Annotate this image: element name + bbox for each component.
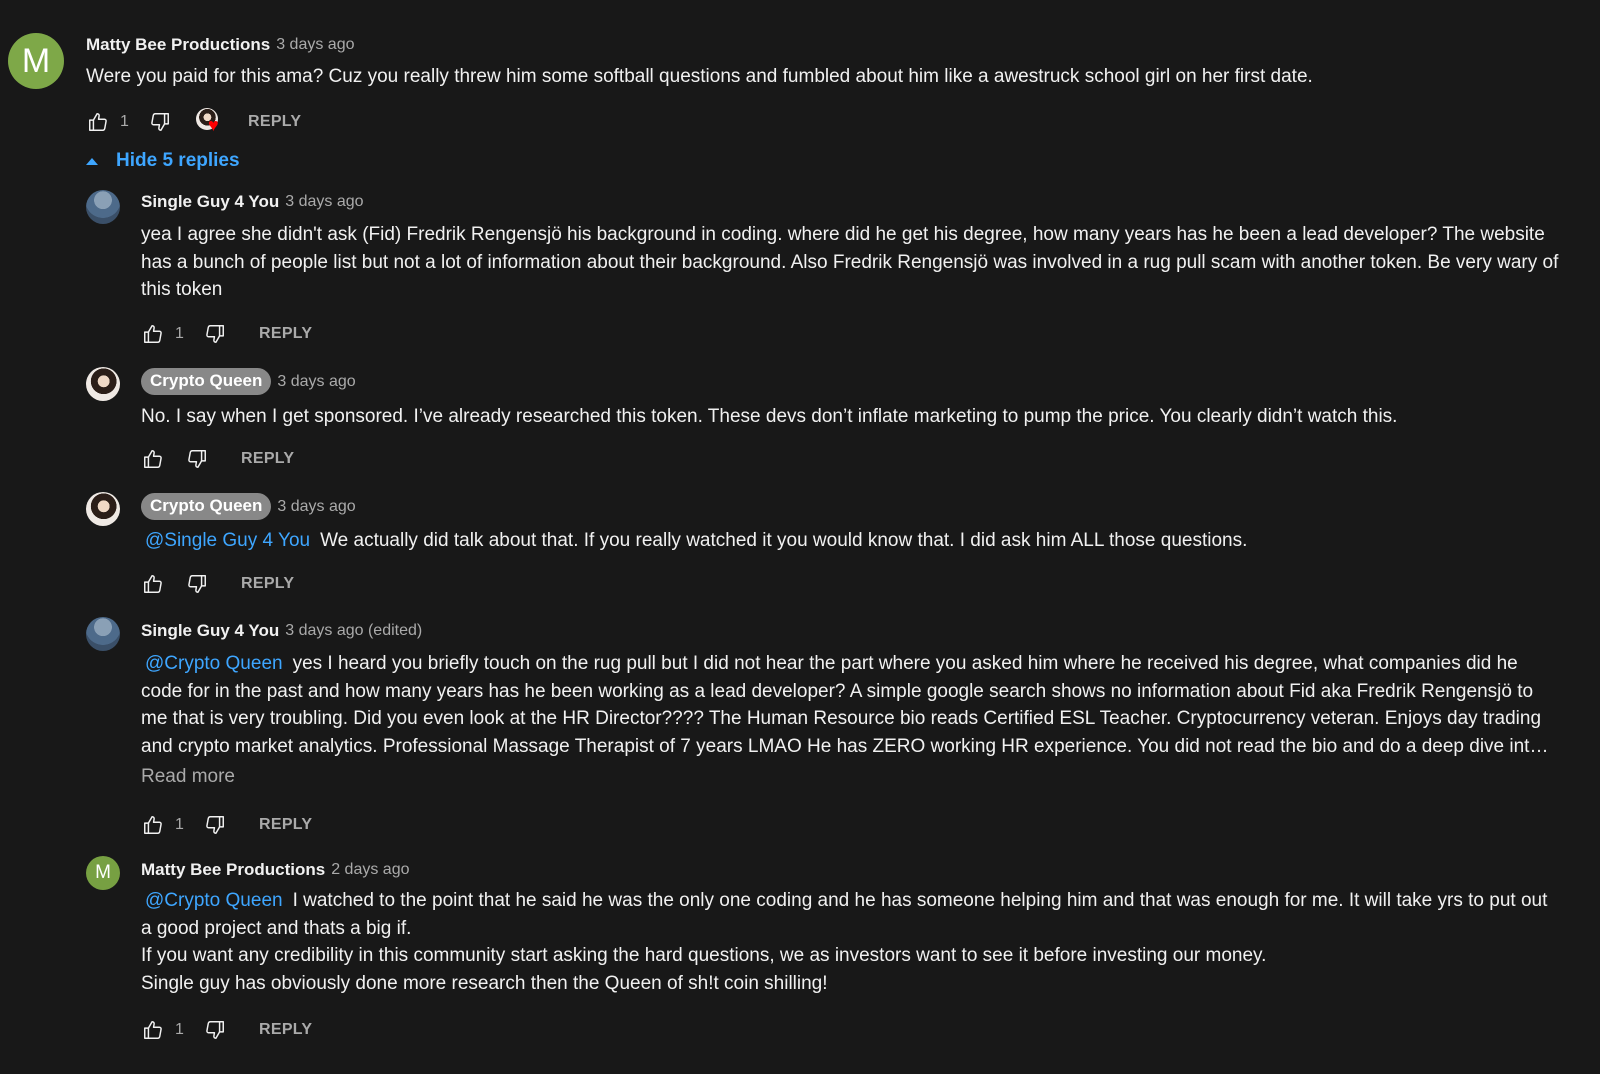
comment-text-line: No. I say when I get sponsored. I’ve alr… [141,406,1398,427]
reply-button[interactable]: REPLY [259,1021,312,1039]
comment-text: yea I agree she didn't ask (Fid) Fredrik… [141,221,1559,304]
like-count: 1 [120,113,129,130]
heart-icon: ♥ [208,115,219,135]
comment-header: Matty Bee Productions 2 days ago [141,860,409,880]
mention-link[interactable]: @Crypto Queen [145,653,283,674]
like-icon[interactable] [141,1018,165,1042]
comment-actions: 1 REPLY [141,813,312,837]
like-count: 1 [175,1021,184,1038]
comment-header: Crypto Queen 3 days ago [141,368,356,395]
reply-button[interactable]: REPLY [259,325,312,343]
like-icon[interactable] [86,110,110,134]
comment-thread: M Matty Bee Productions 3 days ago Were … [0,0,1600,1074]
dislike-icon[interactable] [148,110,172,134]
avatar[interactable] [86,190,120,224]
comment-text-content: I watched to the point that he said he w… [141,890,1548,939]
comment-text: @Crypto Queen I watched to the point that… [141,887,1559,997]
comment-text: No. I say when I get sponsored. I’ve alr… [141,403,1559,431]
comment-text: Were you paid for this ama? Cuz you real… [86,63,1546,91]
dislike-icon[interactable] [203,322,227,346]
comment-text-content: We actually did talk about that. If you … [320,530,1248,551]
like-icon[interactable] [141,447,165,471]
comment-time[interactable]: 2 days ago [331,861,409,879]
caret-up-icon [86,157,98,165]
comment-time[interactable]: 3 days ago [276,36,354,54]
reply-button[interactable]: REPLY [241,450,294,468]
avatar[interactable] [86,492,120,526]
mention-link[interactable]: @Single Guy 4 You [145,530,310,551]
comment-actions: 1 REPLY [141,1018,312,1042]
author-name[interactable]: Single Guy 4 You [141,621,279,641]
comment-time[interactable]: 3 days ago [277,373,355,391]
comment-actions: REPLY [141,447,294,471]
comment-text-line: Were you paid for this ama? Cuz you real… [86,66,1313,87]
comment-text-line: yea I agree she didn't ask (Fid) Fredrik… [141,224,1559,300]
comment-actions: REPLY [141,572,294,596]
comment-header: Single Guy 4 You 3 days ago (edited) [141,621,422,641]
avatar-letter: M [95,862,111,883]
comment-text: @Single Guy 4 You We actually did talk ab… [141,527,1559,555]
reply-button[interactable]: REPLY [241,575,294,593]
comment-actions: 1 ♥ REPLY [86,108,301,136]
read-more-link[interactable]: Read more [141,766,235,788]
avatar[interactable] [86,367,120,401]
dislike-icon[interactable] [185,572,209,596]
owner-author-badge[interactable]: Crypto Queen [141,493,272,520]
hide-replies-label: Hide 5 replies [116,150,240,171]
hide-replies-button[interactable]: Hide 5 replies [86,150,240,172]
avatar[interactable]: M [8,33,64,89]
author-name[interactable]: Matty Bee Productions [86,35,270,55]
comment-time[interactable]: 3 days ago [285,193,363,211]
comment-text-line: @Crypto Queen I watched to the point that… [141,887,1559,942]
comment-actions: 1 REPLY [141,322,312,346]
comment-text-line: If you want any credibility in this comm… [141,945,1267,966]
author-name[interactable]: Matty Bee Productions [141,860,325,880]
avatar-letter: M [21,41,51,80]
comment-header: Crypto Queen 3 days ago [141,493,356,520]
comment-text: @Crypto Queen yes I heard you briefly tou… [141,650,1559,760]
like-icon[interactable] [141,322,165,346]
comment-time[interactable]: 3 days ago (edited) [285,622,422,640]
like-count: 1 [175,816,184,833]
like-icon[interactable] [141,813,165,837]
dislike-icon[interactable] [185,447,209,471]
comment-text-line: @Single Guy 4 You We actually did talk ab… [141,527,1559,555]
creator-heart-icon: ♥ [196,108,226,136]
comment-header: Matty Bee Productions 3 days ago [86,35,354,55]
dislike-icon[interactable] [203,813,227,837]
owner-author-badge[interactable]: Crypto Queen [141,368,272,395]
comment-header: Single Guy 4 You 3 days ago [141,192,364,212]
comment-time[interactable]: 3 days ago [277,498,355,516]
like-icon[interactable] [141,572,165,596]
comment-text-content: yes I heard you briefly touch on the rug… [141,653,1549,757]
dislike-icon[interactable] [203,1018,227,1042]
comment-text-line: @Crypto Queen yes I heard you briefly tou… [141,650,1559,760]
reply-button[interactable]: REPLY [259,816,312,834]
comment-text-line: Single guy has obviously done more resea… [141,972,828,994]
avatar[interactable] [86,617,120,651]
mention-link[interactable]: @Crypto Queen [145,890,283,911]
author-name[interactable]: Single Guy 4 You [141,192,279,212]
avatar[interactable]: M [86,856,120,890]
like-count: 1 [175,325,184,342]
reply-button[interactable]: REPLY [248,113,301,131]
